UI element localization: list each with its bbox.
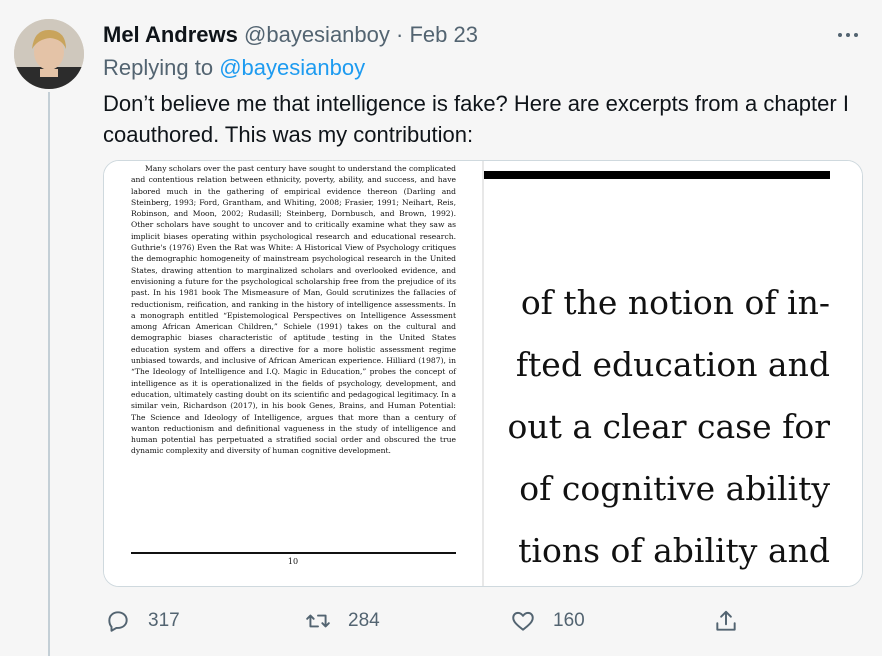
more-options-icon[interactable]: [834, 22, 862, 48]
share-icon: [716, 610, 736, 631]
zoom-line: fted education and: [515, 345, 830, 384]
tweet-media[interactable]: · · · · · · · · Many scholars over the p…: [103, 160, 863, 587]
like-button[interactable]: 160: [510, 604, 585, 638]
reply-count: 317: [148, 610, 180, 631]
tweet-actions: 317 284 160: [103, 604, 743, 638]
tweet-header: Mel Andrews @bayesianboy · Feb 23: [103, 21, 478, 49]
retweet-count: 284: [348, 610, 380, 631]
zoom-line: of cognitive ability: [519, 469, 830, 508]
avatar-image: [14, 19, 84, 89]
share-button[interactable]: [713, 604, 739, 638]
author-handle[interactable]: @bayesianboy: [244, 22, 390, 47]
tweet-text: Don’t believe me that intelligence is fa…: [103, 91, 849, 147]
replying-prefix: Replying to: [103, 55, 214, 80]
zoom-top-rule: [484, 171, 830, 179]
media-image-zoom[interactable]: of the notion of in- fted education and …: [484, 161, 862, 586]
replying-to: Replying to @bayesianboy: [103, 54, 365, 82]
reply-button[interactable]: 317: [105, 604, 180, 638]
author-name[interactable]: Mel Andrews: [103, 22, 238, 47]
avatar[interactable]: [14, 19, 84, 89]
heart-icon: [512, 611, 534, 631]
like-count: 160: [553, 610, 585, 631]
thread-line: [48, 92, 50, 656]
tweet-date[interactable]: Feb 23: [409, 22, 478, 47]
replying-handle[interactable]: @bayesianboy: [219, 55, 365, 80]
zoom-line: tions of ability and: [518, 531, 830, 570]
reply-icon: [108, 611, 128, 632]
retweet-button[interactable]: 284: [305, 604, 380, 638]
zoom-line: out a clear case for: [507, 407, 830, 446]
retweet-icon: [306, 614, 330, 628]
page-number: 10: [287, 557, 299, 566]
separator-dot: ·: [396, 22, 404, 47]
zoom-line: of the notion of in-: [520, 283, 830, 322]
page-rule: [131, 552, 456, 554]
page-excerpt-text: Many scholars over the past century have…: [131, 164, 456, 456]
media-image-page[interactable]: · · · · · · · · Many scholars over the p…: [104, 161, 482, 586]
